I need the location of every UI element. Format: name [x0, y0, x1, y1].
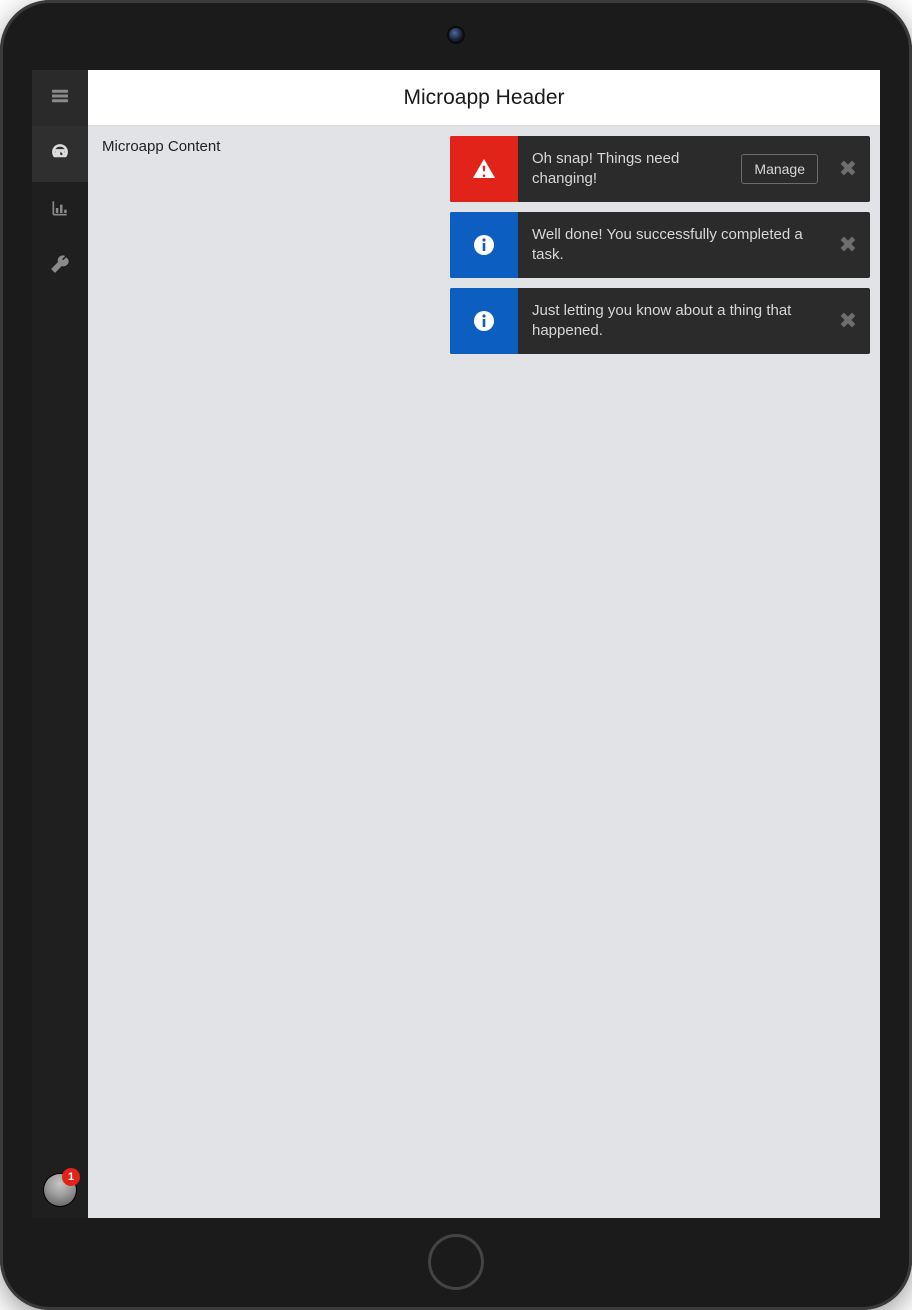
bar-chart-icon — [50, 198, 70, 223]
info-circle-icon — [450, 212, 518, 278]
app-content: Microapp Content Oh snap! Things need ch… — [88, 126, 880, 1218]
menu-icon — [50, 86, 70, 111]
toast-message: Oh snap! Things need changing! — [518, 136, 741, 202]
page-title: Microapp Header — [403, 86, 564, 110]
sidebar: 1 — [32, 70, 88, 1218]
warning-triangle-icon — [450, 136, 518, 202]
tablet-bezel: 1 Microapp Header Microapp Content Oh sn… — [0, 0, 912, 1310]
toast-stack: Oh snap! Things need changing! Manage ✖ … — [450, 136, 870, 354]
close-icon[interactable]: ✖ — [826, 288, 870, 354]
app-screen: 1 Microapp Header Microapp Content Oh sn… — [32, 70, 880, 1218]
sidebar-item-settings[interactable] — [32, 238, 88, 294]
manage-button[interactable]: Manage — [741, 154, 818, 184]
toast-message: Just letting you know about a thing that… — [518, 288, 826, 354]
info-circle-icon — [450, 288, 518, 354]
user-avatar[interactable]: 1 — [32, 1162, 88, 1218]
sidebar-item-dashboard[interactable] — [32, 126, 88, 182]
toast-info: Just letting you know about a thing that… — [450, 288, 870, 354]
toast-error: Oh snap! Things need changing! Manage ✖ — [450, 136, 870, 202]
app-header: Microapp Header — [88, 70, 880, 126]
tablet-camera — [449, 28, 463, 42]
toast-message: Well done! You successfully completed a … — [518, 212, 826, 278]
tablet-home-button[interactable] — [428, 1234, 484, 1290]
main-area: Microapp Header Microapp Content Oh snap… — [88, 70, 880, 1218]
close-icon[interactable]: ✖ — [826, 212, 870, 278]
menu-toggle[interactable] — [32, 70, 88, 126]
notification-badge: 1 — [62, 1168, 80, 1186]
dashboard-icon — [50, 142, 70, 167]
content-text: Microapp Content — [102, 138, 220, 155]
toast-success: Well done! You successfully completed a … — [450, 212, 870, 278]
sidebar-item-analytics[interactable] — [32, 182, 88, 238]
wrench-icon — [50, 254, 70, 279]
close-icon[interactable]: ✖ — [826, 136, 870, 202]
